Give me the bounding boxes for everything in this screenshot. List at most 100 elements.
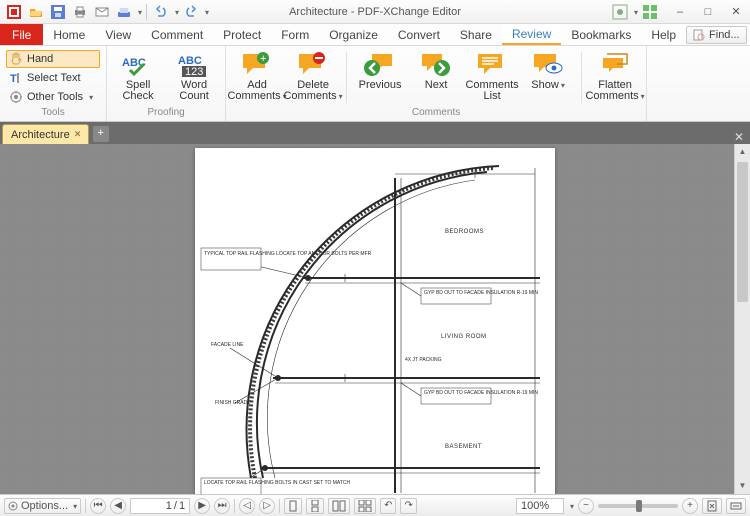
options-button[interactable]: Options... bbox=[4, 498, 81, 514]
tab-share[interactable]: Share bbox=[450, 24, 502, 45]
status-bar: Options... ⏮ ◀ 1 / 1 ▶ ⏭ ◁ ▷ ↶ ↷ 100% − … bbox=[0, 494, 750, 516]
zoom-out-button[interactable]: − bbox=[578, 498, 594, 514]
svg-text:123: 123 bbox=[185, 66, 203, 78]
maximize-button[interactable]: □ bbox=[694, 2, 722, 22]
hand-label: Hand bbox=[27, 53, 53, 65]
room-basement: BASEMENT bbox=[445, 444, 482, 450]
group-proofing: ABC Spell Check ABC123 Word Count Proofi… bbox=[107, 46, 226, 121]
tab-comment[interactable]: Comment bbox=[141, 24, 213, 45]
svg-text:GYP BD OUT TO FACADE INSULATIO: GYP BD OUT TO FACADE INSULATION R-19 MIN bbox=[424, 390, 538, 396]
quick-access-toolbar bbox=[0, 2, 209, 22]
tab-bookmarks[interactable]: Bookmarks bbox=[561, 24, 641, 45]
zoom-dropdown-icon[interactable] bbox=[568, 500, 574, 512]
tab-home[interactable]: Home bbox=[43, 24, 95, 45]
page-number-field[interactable]: 1 / 1 bbox=[130, 498, 190, 514]
next-page-button[interactable]: ▶ bbox=[194, 498, 210, 514]
page: BEDROOMS LIVING ROOM BASEMENT FACADE LIN… bbox=[195, 148, 555, 494]
svg-text:+: + bbox=[260, 53, 266, 65]
tab-protect[interactable]: Protect bbox=[213, 24, 271, 45]
ui-options-dropdown-icon[interactable] bbox=[632, 6, 638, 18]
close-all-icon[interactable]: ✕ bbox=[730, 130, 748, 144]
document-tab-bar: Architecture ✕ + ✕ bbox=[0, 122, 750, 144]
layout-facing-icon[interactable] bbox=[328, 498, 350, 514]
undo-icon[interactable] bbox=[151, 2, 171, 22]
save-icon[interactable] bbox=[48, 2, 68, 22]
zoom-slider-knob[interactable] bbox=[636, 500, 642, 512]
page-total: 1 bbox=[179, 500, 185, 512]
menu-tabs: File Home View Comment Protect Form Orga… bbox=[0, 24, 750, 46]
ui-options-icon[interactable] bbox=[612, 4, 628, 20]
rotate-cw-icon[interactable]: ↷ bbox=[400, 498, 416, 514]
add-comments-button[interactable]: + Add Comments bbox=[232, 48, 282, 107]
first-page-button[interactable]: ⏮ bbox=[90, 498, 106, 514]
svg-text:FACADE LINE: FACADE LINE bbox=[211, 342, 244, 348]
tab-form[interactable]: Form bbox=[271, 24, 319, 45]
minimize-button[interactable]: – bbox=[666, 2, 694, 22]
tab-review[interactable]: Review bbox=[502, 24, 561, 45]
delete-comments-button[interactable]: Delete Comments bbox=[288, 48, 338, 107]
flatten-comments-button[interactable]: Flatten Comments bbox=[590, 48, 640, 107]
layout-continuous-icon[interactable] bbox=[306, 498, 324, 514]
next-comment-button[interactable]: Next bbox=[411, 48, 461, 107]
scroll-up-icon[interactable]: ▲ bbox=[735, 144, 750, 160]
other-label: Other Tools bbox=[27, 91, 83, 103]
hand-tool-button[interactable]: Hand bbox=[6, 50, 100, 68]
group-comments: + Add Comments Delete Comments Previous … bbox=[226, 46, 647, 121]
window-controls: – □ ✕ bbox=[612, 2, 750, 22]
previous-label: Previous bbox=[359, 80, 402, 91]
zoom-slider[interactable] bbox=[598, 504, 678, 508]
architecture-drawing: BEDROOMS LIVING ROOM BASEMENT FACADE LIN… bbox=[195, 148, 555, 494]
select-label: Select Text bbox=[27, 72, 81, 84]
select-text-button[interactable]: T Select Text bbox=[6, 69, 100, 87]
tab-help[interactable]: Help bbox=[641, 24, 686, 45]
vertical-scrollbar[interactable]: ▲ ▼ bbox=[734, 144, 750, 494]
fit-width-icon[interactable] bbox=[726, 498, 746, 514]
file-tab[interactable]: File bbox=[0, 24, 43, 45]
find-button[interactable]: Find... bbox=[686, 26, 747, 44]
close-button[interactable]: ✕ bbox=[722, 2, 750, 22]
add-label: Add Comments bbox=[227, 80, 286, 102]
last-page-button[interactable]: ⏭ bbox=[214, 498, 230, 514]
tab-convert[interactable]: Convert bbox=[388, 24, 450, 45]
layout-single-icon[interactable] bbox=[284, 498, 302, 514]
show-comments-button[interactable]: Show bbox=[523, 48, 573, 107]
redo-icon[interactable] bbox=[181, 2, 201, 22]
fit-page-icon[interactable] bbox=[702, 498, 722, 514]
nav-back-button[interactable]: ◁ bbox=[239, 498, 255, 514]
page-sep: / bbox=[174, 500, 177, 512]
zoom-field[interactable]: 100% bbox=[516, 498, 564, 514]
word-count-button[interactable]: ABC123 Word Count bbox=[169, 48, 219, 107]
comments-list-button[interactable]: Comments List bbox=[467, 48, 517, 107]
show-label: Show bbox=[531, 80, 565, 91]
rotate-ccw-icon[interactable]: ↶ bbox=[380, 498, 396, 514]
zoom-in-button[interactable]: + bbox=[682, 498, 698, 514]
svg-text:T: T bbox=[10, 73, 17, 85]
tab-organize[interactable]: Organize bbox=[319, 24, 388, 45]
prev-page-button[interactable]: ◀ bbox=[110, 498, 126, 514]
print-icon[interactable] bbox=[70, 2, 90, 22]
app-logo-icon[interactable] bbox=[4, 2, 24, 22]
svg-text:FINISH GRADE: FINISH GRADE bbox=[215, 400, 251, 406]
other-tools-button[interactable]: Other Tools bbox=[6, 88, 100, 106]
undo-dropdown-icon[interactable] bbox=[173, 6, 179, 18]
spell-check-button[interactable]: ABC Spell Check bbox=[113, 48, 163, 107]
launch-app-icon[interactable] bbox=[642, 4, 658, 20]
tab-view[interactable]: View bbox=[95, 24, 141, 45]
email-icon[interactable] bbox=[92, 2, 112, 22]
document-viewport[interactable]: BEDROOMS LIVING ROOM BASEMENT FACADE LIN… bbox=[0, 144, 750, 494]
redo-dropdown-icon[interactable] bbox=[203, 6, 209, 18]
doctab-label: Architecture bbox=[11, 129, 70, 141]
scan-icon[interactable] bbox=[114, 2, 134, 22]
layout-facing-continuous-icon[interactable] bbox=[354, 498, 376, 514]
group-tools: Hand TSelect Text Other Tools Tools bbox=[0, 46, 107, 121]
list-label: Comments List bbox=[465, 80, 518, 102]
open-icon[interactable] bbox=[26, 2, 46, 22]
previous-comment-button[interactable]: Previous bbox=[355, 48, 405, 107]
scroll-thumb[interactable] bbox=[737, 162, 748, 302]
nav-forward-button[interactable]: ▷ bbox=[259, 498, 275, 514]
scroll-down-icon[interactable]: ▼ bbox=[735, 478, 750, 494]
doctab-close-icon[interactable]: ✕ bbox=[72, 128, 84, 140]
qat-dropdown-icon[interactable] bbox=[136, 6, 142, 18]
document-tab-architecture[interactable]: Architecture ✕ bbox=[2, 124, 89, 144]
new-tab-button[interactable]: + bbox=[93, 126, 109, 142]
